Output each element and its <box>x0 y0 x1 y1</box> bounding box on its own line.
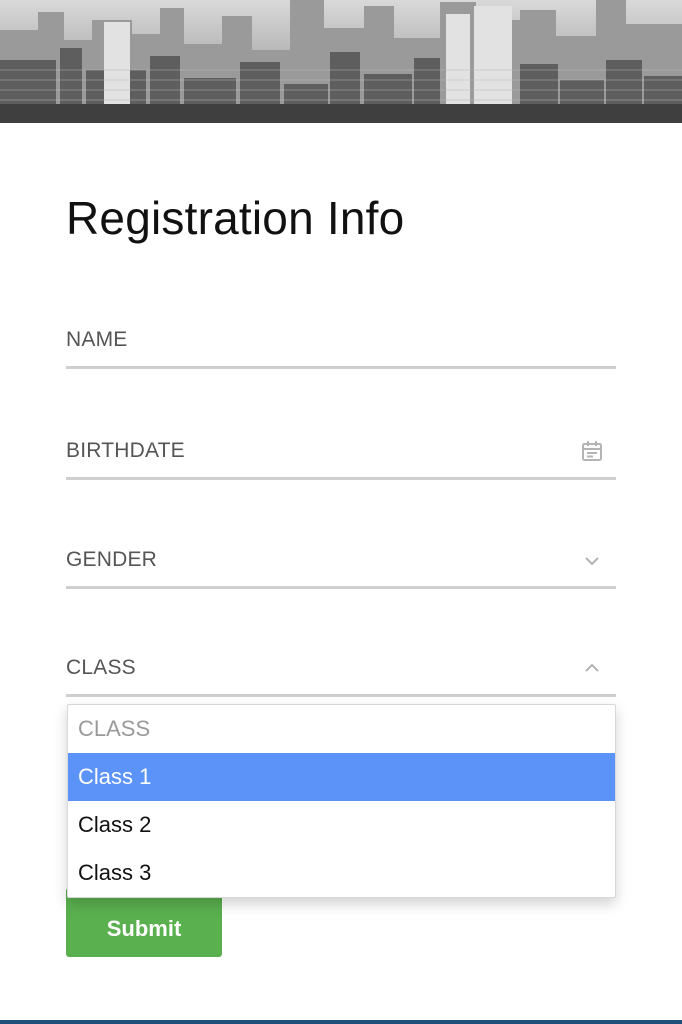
dropdown-option-class-3[interactable]: Class 3 <box>68 849 615 897</box>
submit-button[interactable]: Submit <box>66 888 222 957</box>
registration-card: Registration Info NAME BIRTHDATE GENDER … <box>0 0 682 1020</box>
birthdate-field[interactable]: BIRTHDATE <box>66 429 616 480</box>
dropdown-option-class-2[interactable]: Class 2 <box>68 801 615 849</box>
birthdate-label: BIRTHDATE <box>66 439 185 462</box>
class-label: CLASS <box>66 656 136 679</box>
gender-label: GENDER <box>66 548 158 571</box>
calendar-icon[interactable] <box>580 439 604 463</box>
chevron-up-icon[interactable] <box>580 656 604 680</box>
class-select[interactable]: CLASS <box>66 646 616 697</box>
page-title: Registration Info <box>66 192 405 244</box>
name-label: NAME <box>66 328 128 351</box>
dropdown-option-placeholder[interactable]: CLASS <box>68 705 615 753</box>
chevron-down-icon[interactable] <box>580 548 604 572</box>
dropdown-option-class-1[interactable]: Class 1 <box>68 753 615 801</box>
name-field[interactable]: NAME <box>66 318 616 369</box>
class-dropdown-menu: CLASS Class 1 Class 2 Class 3 <box>67 704 616 898</box>
gender-select[interactable]: GENDER <box>66 538 616 589</box>
city-skyline-banner <box>0 0 682 123</box>
skyline-image <box>0 0 682 123</box>
